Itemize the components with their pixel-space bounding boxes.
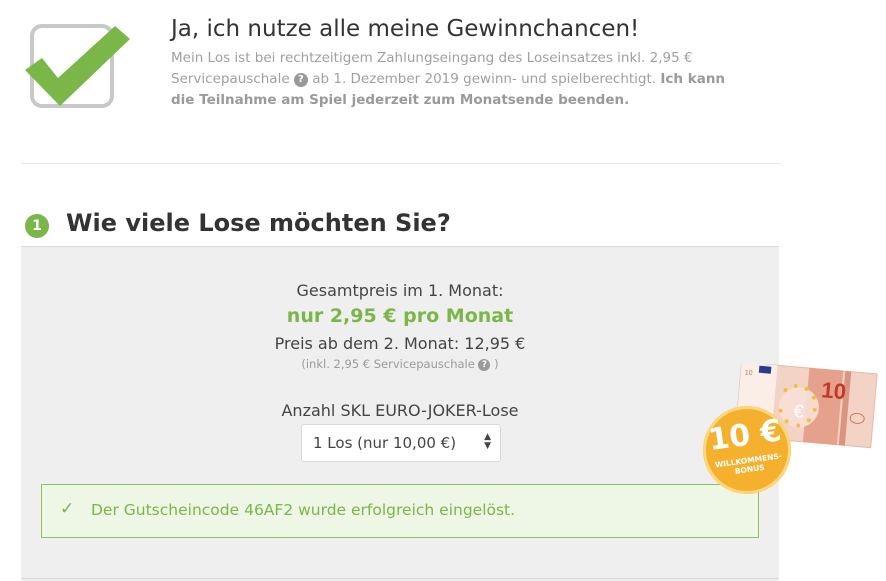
regular-price: Preis ab dem 2. Monat: 12,95 € bbox=[274, 334, 526, 353]
bonus-badge: 10 € WILLKOMMENS-BONUS bbox=[697, 400, 797, 500]
service-fee-note: (inkl. 2,95 € Servicepauschale ? ) bbox=[21, 357, 779, 371]
step-number-badge: 1 bbox=[25, 214, 49, 238]
banknote-value: 10 bbox=[820, 377, 847, 404]
consent-text: Mein Los ist bei rechtzeitigem Zahlungse… bbox=[171, 48, 746, 111]
checkmark-icon bbox=[25, 26, 130, 106]
total-price-label: Gesamtpreis im 1. Monat: bbox=[296, 281, 504, 300]
promo-price: nur 2,95 € pro Monat bbox=[286, 305, 514, 327]
help-icon[interactable]: ? bbox=[293, 73, 308, 87]
ticket-count-select[interactable]: 1 Los (nur 10,00 €) ▲ ▼ bbox=[301, 424, 501, 462]
step-title: Wie viele Lose möchten Sie? bbox=[66, 209, 451, 237]
voucher-success-alert: ✓ Der Gutscheincode 46AF2 wurde erfolgre… bbox=[41, 484, 759, 538]
consent-text-part2: ab 1. Dezember 2019 gewinn- und spielber… bbox=[312, 71, 657, 87]
service-fee-note-text: (inkl. 2,95 € Servicepauschale bbox=[301, 357, 475, 371]
ticket-count-label: Anzahl SKL EURO-JOKER-Lose bbox=[281, 401, 519, 420]
section-divider bbox=[21, 163, 781, 164]
banknote-corner-value: 10 bbox=[744, 369, 752, 377]
arrow-down-icon: ▼ bbox=[484, 441, 491, 451]
fee-help-icon[interactable]: ? bbox=[478, 359, 491, 371]
service-fee-note-close: ) bbox=[494, 357, 499, 371]
select-arrows-icon: ▲ ▼ bbox=[484, 433, 491, 451]
consent-title: Ja, ich nutze alle meine Gewinnchancen! bbox=[171, 16, 640, 42]
welcome-bonus-graphic: 10 € 10 10 € WILLKOMMENS-BONUS bbox=[697, 360, 886, 500]
ticket-count-value: 1 Los (nur 10,00 €) bbox=[313, 434, 457, 452]
panel-bottom-border bbox=[21, 578, 779, 579]
voucher-success-message: Der Gutscheincode 46AF2 wurde erfolgreic… bbox=[91, 501, 516, 519]
consent-section: Ja, ich nutze alle meine Gewinnchancen! … bbox=[0, 0, 886, 160]
banknote-euro-symbol: € bbox=[793, 401, 805, 422]
success-check-icon: ✓ bbox=[60, 499, 75, 519]
